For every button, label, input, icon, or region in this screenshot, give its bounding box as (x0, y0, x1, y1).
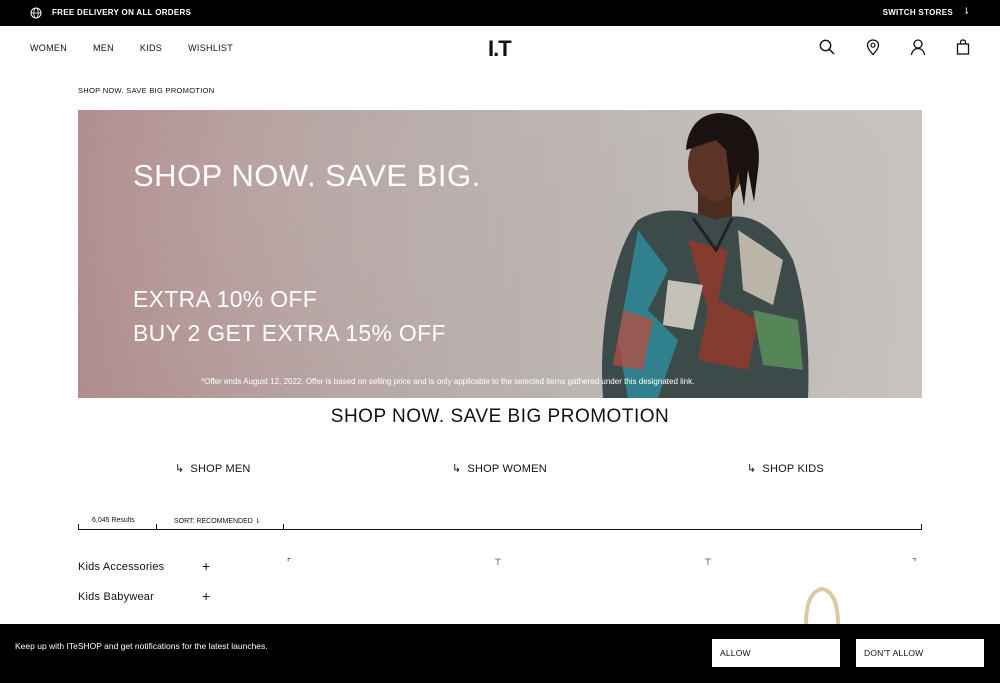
divider-tick (78, 524, 79, 529)
notification-message: Keep up with ITeSHOP and get notificatio… (15, 641, 268, 651)
account-icon[interactable] (909, 38, 927, 56)
model-image (602, 113, 809, 398)
banner-offer-line-1: EXTRA 10% OFF (133, 286, 318, 312)
nav-men[interactable]: MEN (93, 43, 114, 53)
expand-plus-icon[interactable]: + (202, 588, 210, 604)
filter-kids-accessories[interactable]: Kids Accessories (78, 561, 164, 573)
banner-offer-line-2: BUY 2 GET EXTRA 15% OFF (133, 320, 446, 346)
nav-kids[interactable]: KIDS (140, 43, 162, 53)
divider-tick (156, 524, 157, 529)
grid-corner-mark: ⊤ (494, 557, 502, 567)
results-bar: 6,045 Results SORT: RECOMMENDED ⇂ (78, 512, 922, 530)
dont-allow-button[interactable]: DON'T ALLOW (856, 639, 984, 667)
expand-plus-icon[interactable]: + (202, 558, 210, 574)
free-delivery-text: FREE DELIVERY ON ALL ORDERS (52, 8, 192, 17)
grid-corner-mark: ⌝ (912, 557, 917, 567)
shop-women-label: SHOP WOMEN (467, 463, 547, 475)
promo-banner[interactable]: SHOP NOW. SAVE BIG. EXTRA 10% OFF BUY 2 … (78, 110, 922, 398)
grid-corner-mark: ⊤ (704, 557, 712, 567)
switch-stores-arrow-icon[interactable]: ⇂ (962, 6, 970, 17)
shop-kids-link[interactable]: ↳ SHOP KIDS (747, 462, 824, 475)
nav-wishlist[interactable]: WISHLIST (188, 43, 233, 53)
main-nav: WOMEN MEN KIDS WISHLIST (30, 43, 259, 53)
banner-fine-print: *Offer ends August 12, 2022. Offer is ba… (201, 377, 695, 386)
shop-men-label: SHOP MEN (190, 463, 251, 475)
sort-dropdown[interactable]: SORT: RECOMMENDED ⇂ (174, 517, 261, 525)
shopping-bag-icon[interactable] (954, 38, 972, 56)
nav-women[interactable]: WOMEN (30, 43, 67, 53)
shop-kids-label: SHOP KIDS (762, 463, 824, 475)
page-title: SHOP NOW. SAVE BIG PROMOTION (330, 406, 670, 427)
divider-tick (921, 524, 922, 529)
arrow-down-right-icon: ↳ (747, 463, 757, 475)
site-header: WOMEN MEN KIDS WISHLIST I.T (0, 26, 1000, 70)
filter-kids-babywear[interactable]: Kids Babywear (78, 591, 154, 603)
notification-banner: Keep up with ITeSHOP and get notificatio… (0, 624, 1000, 683)
allow-button[interactable]: ALLOW (712, 639, 840, 667)
search-icon[interactable] (818, 38, 836, 56)
top-bar: FREE DELIVERY ON ALL ORDERS SWITCH STORE… (0, 0, 1000, 26)
switch-stores-link[interactable]: SWITCH STORES (883, 8, 953, 17)
banner-headline: SHOP NOW. SAVE BIG. (133, 158, 481, 193)
grid-corner-mark: ⌜ (287, 557, 292, 567)
globe-icon (30, 7, 42, 19)
store-locator-icon[interactable] (864, 38, 882, 56)
shop-men-link[interactable]: ↳ SHOP MEN (175, 462, 251, 475)
results-count: 6,045 Results (92, 517, 135, 524)
shop-women-link[interactable]: ↳ SHOP WOMEN (452, 462, 547, 475)
breadcrumb[interactable]: SHOP NOW. SAVE BIG PROMOTION (78, 86, 214, 95)
product-image[interactable] (796, 585, 848, 625)
divider-tick (283, 524, 284, 529)
arrow-down-right-icon: ↳ (175, 463, 185, 475)
site-logo[interactable]: I.T (488, 36, 512, 62)
arrow-down-right-icon: ↳ (452, 463, 462, 475)
